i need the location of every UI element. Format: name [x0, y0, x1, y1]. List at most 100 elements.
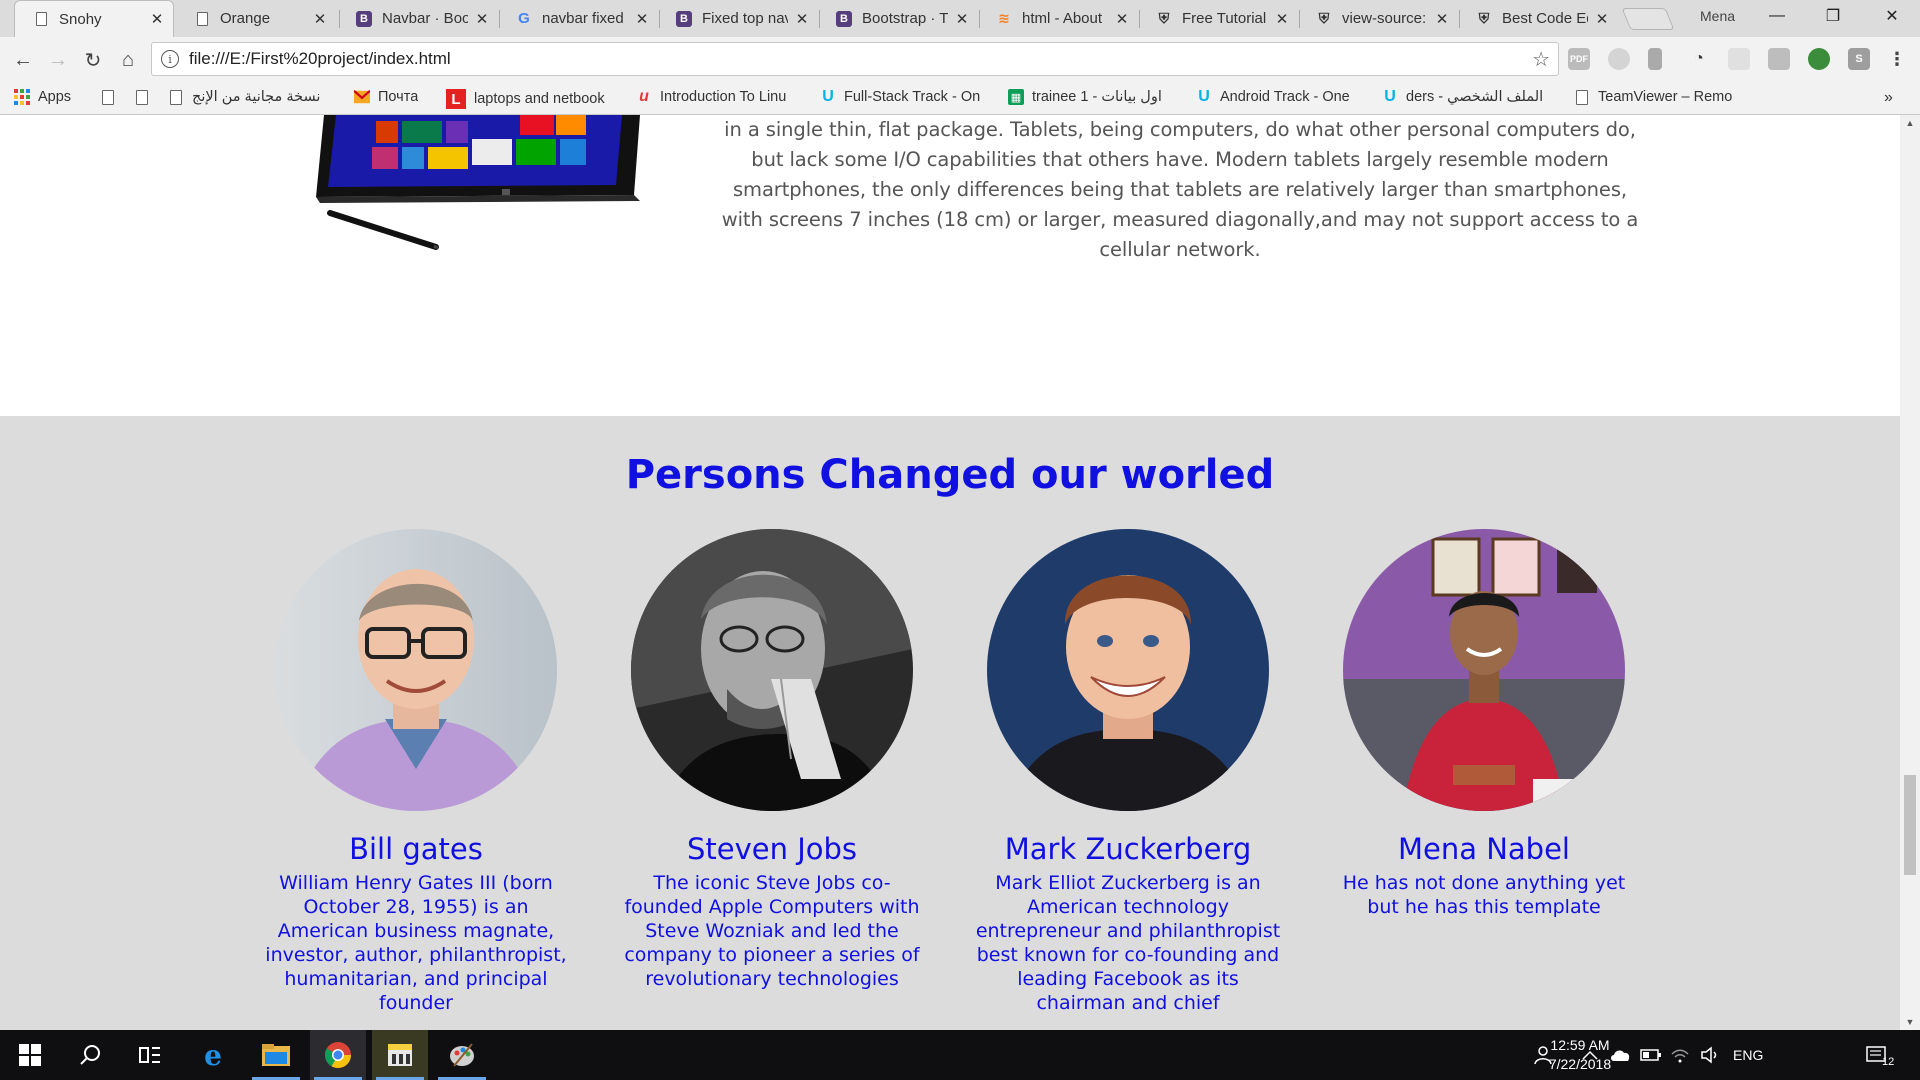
close-tab-icon[interactable]: ✕ [149, 10, 165, 28]
bookmark-profile[interactable]: U الملف الشخصي - ders [1382, 89, 1556, 105]
bookmark-apps[interactable]: Apps [14, 89, 71, 105]
close-window-button[interactable]: ✕ [1866, 0, 1918, 32]
close-tab-icon[interactable]: ✕ [1274, 10, 1290, 28]
close-tab-icon[interactable]: ✕ [1594, 10, 1610, 28]
wifi-icon[interactable] [1670, 1030, 1690, 1080]
close-tab-icon[interactable]: ✕ [474, 10, 490, 28]
profile-name[interactable]: Mena [1700, 8, 1735, 24]
scroll-thumb[interactable] [1904, 775, 1916, 875]
forward-button[interactable]: → [45, 47, 71, 73]
bookmark-document-1[interactable] [100, 89, 124, 105]
avatar-bill-gates [275, 529, 557, 811]
person-name: Mena Nabel [1397, 832, 1570, 866]
bookmark-extension-icon[interactable] [1648, 48, 1662, 70]
extension-icon[interactable] [1608, 48, 1630, 70]
volume-icon[interactable] [1700, 1030, 1720, 1080]
task-view-button[interactable] [122, 1030, 178, 1080]
s-extension-icon[interactable]: S [1848, 48, 1870, 70]
windows-logo-icon [19, 1044, 41, 1066]
tab-bootstrap[interactable]: B Bootstrap · Th ✕ [818, 0, 978, 37]
page-icon [194, 11, 210, 27]
speed-extension-icon[interactable]: ◔ [1688, 48, 1710, 70]
bootstrap-icon: B [356, 10, 372, 27]
close-tab-icon[interactable]: ✕ [954, 10, 970, 28]
tab-view-source[interactable]: ⛨ view-source: ✕ [1298, 0, 1458, 37]
menu-icon[interactable]: ⋮ [1886, 48, 1908, 70]
tab-free-tutorial[interactable]: ⛨ Free Tutorial ✕ [1138, 0, 1298, 37]
bookmark-laptops[interactable]: L laptops and netbook [446, 89, 616, 109]
person-card-bill-gates: Bill gates William Henry Gates III (born… [256, 529, 576, 1015]
puzzle-extension-icon[interactable] [1728, 48, 1750, 70]
bookmark-android-track[interactable]: U Android Track - One [1196, 89, 1364, 105]
taskbar-clock[interactable]: 12:59 AM 7/22/2018 [1530, 1036, 1630, 1074]
media-app-button[interactable] [372, 1030, 428, 1080]
avatar-steven-jobs [631, 529, 913, 811]
person-name: Bill gates [349, 832, 483, 866]
scroll-down-arrow-icon[interactable]: ▼ [1900, 1014, 1920, 1030]
shield-icon: ⛨ [1318, 10, 1330, 26]
windows-taskbar: e ENG 12:59 AM 7/22/2018 12 [0, 1030, 1920, 1080]
paint-app-button[interactable] [434, 1030, 490, 1080]
udacity-icon: U [1384, 89, 1396, 105]
udacity-red-icon: u [639, 89, 649, 105]
address-bar[interactable]: i ☆ [151, 42, 1559, 76]
tablet-description: in a single thin, flat package. Tablets,… [721, 118, 1639, 261]
bootstrap-icon: B [836, 10, 852, 27]
bookmark-arabic-copy[interactable]: نسخة مجانية من الإنج [168, 89, 338, 105]
close-tab-icon[interactable]: ✕ [634, 10, 650, 28]
search-button[interactable] [62, 1030, 118, 1080]
close-tab-icon[interactable]: ✕ [1114, 10, 1130, 28]
chrome-button[interactable] [310, 1030, 366, 1080]
file-explorer-button[interactable] [248, 1030, 304, 1080]
section-title: Persons Changed our worled [625, 452, 1275, 498]
more-bookmarks-button[interactable]: » [1884, 89, 1893, 107]
google-icon: G [518, 10, 530, 27]
folder-icon [262, 1044, 290, 1066]
tab-navbar-bootstrap[interactable]: B Navbar · Boo ✕ [338, 0, 498, 37]
globe-extension-icon[interactable] [1808, 48, 1830, 70]
edge-button[interactable]: e [185, 1030, 241, 1080]
new-tab-button[interactable] [1621, 8, 1675, 30]
tab-orange[interactable]: Orange ✕ [176, 0, 336, 37]
shield-icon: ⛨ [1478, 10, 1490, 26]
tab-fixed-top-nav[interactable]: B Fixed top nav ✕ [658, 0, 818, 37]
home-button[interactable]: ⌂ [115, 47, 141, 73]
close-tab-icon[interactable]: ✕ [312, 10, 328, 28]
pdf-extension-icon[interactable]: PDF [1568, 48, 1590, 70]
bookmark-fullstack[interactable]: U Full-Stack Track - On [820, 89, 992, 105]
bookmark-star-icon[interactable]: ☆ [1532, 47, 1550, 72]
document-icon [168, 89, 184, 105]
person-bio: Mark Elliot Zuckerberg is an American te… [975, 872, 1281, 1014]
bookmark-intro-linux[interactable]: u Introduction To Linu [636, 89, 804, 105]
bookmark-teamviewer[interactable]: TeamViewer – Remo [1574, 89, 1744, 105]
clock-date: 7/22/2018 [1548, 1056, 1612, 1072]
close-tab-icon[interactable]: ✕ [794, 10, 810, 28]
bookmark-trainee[interactable]: ▦ trainee 1 - اول بيانات [1008, 89, 1176, 105]
apps-grid-icon [14, 89, 30, 105]
url-input[interactable] [189, 49, 1533, 69]
avatar-mark-zuckerberg [987, 529, 1269, 811]
bookmark-mail[interactable]: Почта [354, 89, 418, 105]
person-card-steven-jobs: Steven Jobs The iconic Steve Jobs co-fou… [612, 529, 932, 991]
reload-button[interactable]: ↻ [80, 47, 106, 73]
tab-html-about[interactable]: ≋ html - About ✕ [978, 0, 1138, 37]
restore-button[interactable]: ❐ [1807, 0, 1859, 32]
tab-navbar-fixed[interactable]: G navbar fixed ✕ [498, 0, 658, 37]
site-info-icon[interactable]: i [161, 50, 179, 68]
back-button[interactable]: ← [10, 47, 36, 73]
battery-icon[interactable] [1640, 1030, 1662, 1080]
tab-best-code-editor[interactable]: ⛨ Best Code Ed ✕ [1458, 0, 1618, 37]
start-button[interactable] [2, 1030, 58, 1080]
bookmark-document-2[interactable] [134, 89, 158, 105]
udacity-icon: U [1198, 89, 1210, 105]
page-scrollbar[interactable]: ▲ ▼ [1900, 115, 1920, 1030]
stackoverflow-icon: ≋ [998, 10, 1010, 26]
person-name: Mark Zuckerberg [1004, 832, 1252, 866]
tab-snohy[interactable]: Snohy ✕ [14, 0, 174, 37]
language-indicator[interactable]: ENG [1733, 1030, 1763, 1080]
close-tab-icon[interactable]: ✕ [1434, 10, 1450, 28]
action-center-button[interactable]: 12 [1866, 1030, 1894, 1080]
minimize-button[interactable]: — [1751, 0, 1803, 32]
pdf-save-extension-icon[interactable] [1768, 48, 1790, 70]
scroll-up-arrow-icon[interactable]: ▲ [1900, 115, 1920, 131]
